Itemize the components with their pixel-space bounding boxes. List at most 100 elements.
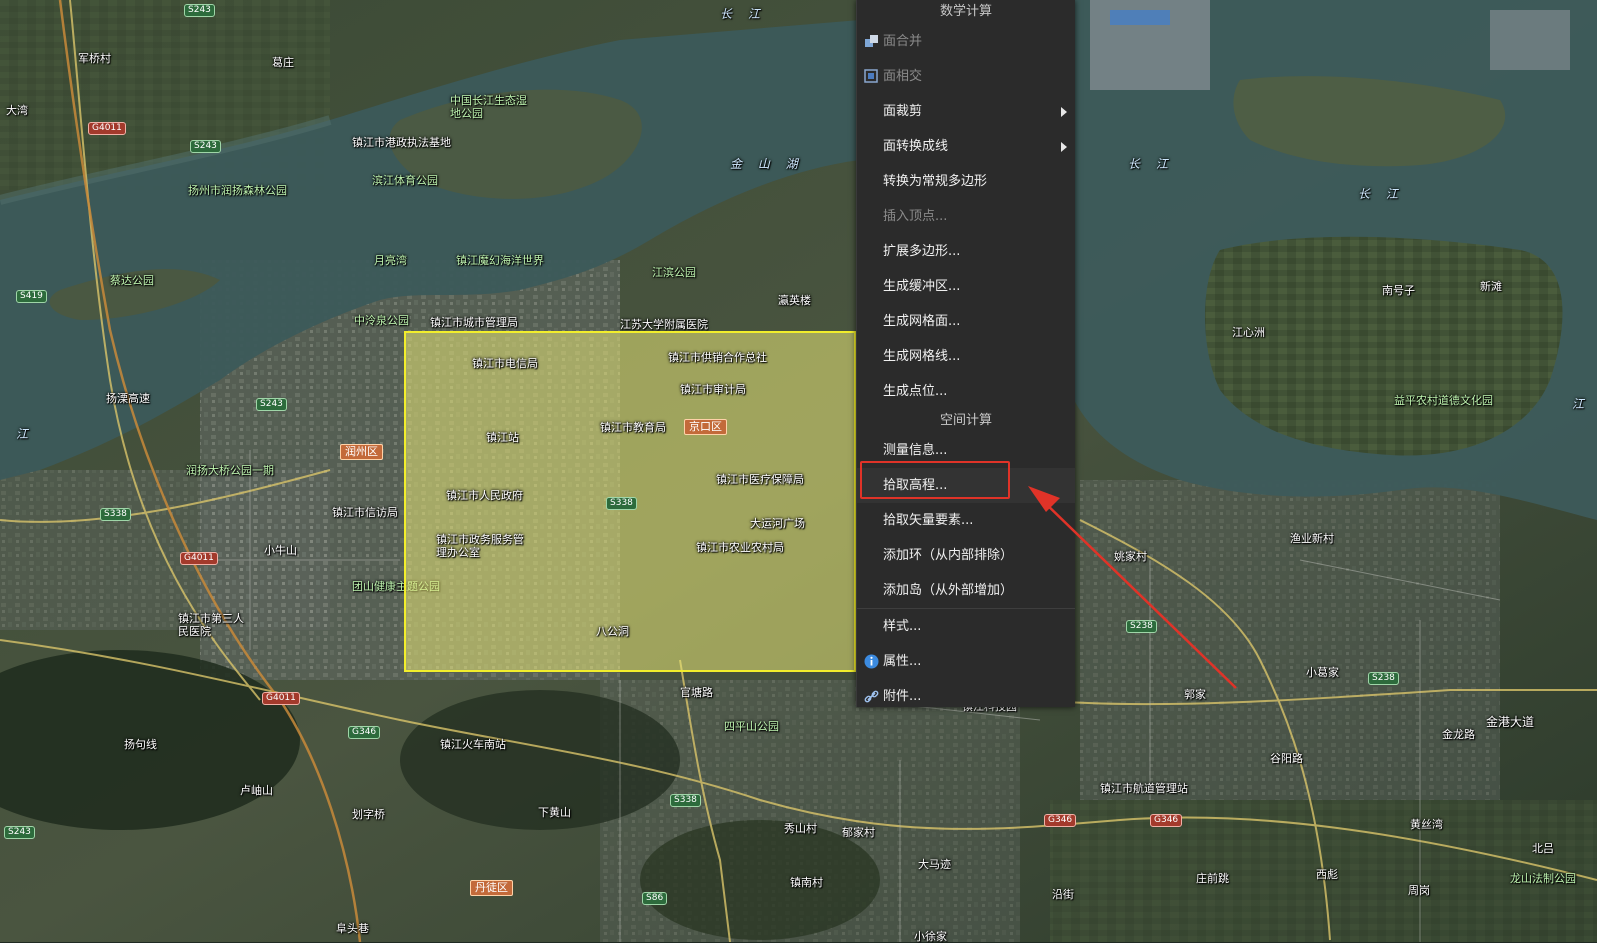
place-label: 镇江市供销合作总社 (668, 351, 767, 364)
submenu-arrow-icon (1061, 107, 1067, 117)
menu-item-add-island[interactable]: 添加岛（从外部增加） (857, 573, 1075, 608)
menu-item-attachment[interactable]: 附件... (857, 679, 1075, 714)
menu-item-merge[interactable]: 面合并 (857, 24, 1075, 59)
submenu-arrow-icon (1061, 142, 1067, 152)
menu-item-buffer[interactable]: 生成缓冲区... (857, 269, 1075, 304)
road-label: 谷阳路 (1270, 752, 1303, 765)
road-shield: S238 (1126, 620, 1157, 633)
place-label: 大运河广场 (750, 517, 805, 530)
menu-section-math: 数学计算 (939, 4, 992, 19)
district-badge: 京口区 (684, 419, 727, 435)
place-label: 镇江市港政执法基地 (352, 136, 451, 149)
place-label: 镇江市政务服务管理办公室 (436, 533, 524, 559)
highlight-box (860, 461, 1010, 499)
place-label: 西彪 (1316, 868, 1338, 881)
road-shield: S419 (16, 290, 47, 303)
road-label: 金港大道 (1486, 715, 1535, 729)
place-label: 卢岫山 (240, 784, 273, 797)
park-label: 龙山法制公园 (1510, 872, 1576, 885)
place-label: 南号子 (1382, 284, 1415, 297)
place-label: 下黄山 (538, 806, 571, 819)
menu-item-to-line[interactable]: 面转换成线 (857, 129, 1075, 164)
station-label: 镇江站 (486, 431, 519, 444)
menu-item-style[interactable]: 样式... (857, 609, 1075, 644)
menu-item-grid-polygon[interactable]: 生成网格面... (857, 304, 1075, 339)
road-shield: S238 (1368, 672, 1399, 685)
place-label: 军桥村 (78, 52, 111, 65)
place-label: 新滩 (1480, 280, 1502, 293)
park-label: 润扬大桥公园一期 (186, 464, 274, 477)
station-label: 镇江火车南站 (440, 738, 506, 751)
place-label: 镇南村 (790, 876, 823, 889)
place-label: 划字桥 (352, 808, 385, 821)
merge-icon (865, 35, 878, 47)
park-label: 镇江魔幻海洋世界 (456, 254, 544, 267)
road-shield: S243 (184, 4, 215, 17)
link-icon (864, 690, 879, 703)
road-shield: G346 (348, 726, 381, 739)
menu-item-intersect[interactable]: 面相交 (857, 59, 1075, 94)
road-shield: S243 (256, 398, 287, 411)
menu-item-properties[interactable]: 属性... (857, 644, 1075, 679)
menu-item-add-ring[interactable]: 添加环（从内部排除） (857, 538, 1075, 573)
place-label: 郁家村 (842, 826, 875, 839)
district-badge: 润州区 (340, 444, 383, 460)
place-label: 秀山村 (784, 822, 817, 835)
place-label: 镇江市农业农村局 (696, 541, 784, 554)
context-menu[interactable]: 数学计算 面合并 面相交 面裁剪 面转换成线 转换为常规多边形 插入顶点... … (856, 0, 1075, 707)
place-label: 镇江市医疗保障局 (716, 473, 804, 486)
road-shield: S338 (606, 497, 637, 510)
river-label: 长 江 (720, 7, 766, 21)
lake-label: 金 山 湖 (730, 157, 804, 171)
road-shield: G4011 (180, 552, 218, 565)
road-shield: G346 (1044, 814, 1077, 827)
road-shield: G4011 (88, 122, 126, 135)
road-label: 扬溧高速 (106, 392, 150, 405)
menu-item-expand[interactable]: 扩展多边形... (857, 234, 1075, 269)
place-label: 小徐家 (914, 930, 947, 943)
place-label: 镇江市电信局 (472, 357, 538, 370)
menu-item-points[interactable]: 生成点位... (857, 374, 1075, 409)
place-label: 沿街 (1052, 888, 1074, 901)
menu-item-grid-line[interactable]: 生成网格线... (857, 339, 1075, 374)
park-label: 中泠泉公园 (354, 314, 409, 327)
road-label: 扬句线 (124, 738, 157, 751)
place-label: 阜头巷 (336, 922, 369, 935)
river-label: 江 (16, 427, 35, 441)
place-label: 镇江市人民政府 (446, 489, 523, 502)
place-label: 郭家 (1184, 688, 1206, 701)
menu-section-spatial: 空间计算 (939, 413, 992, 428)
park-label: 江滨公园 (652, 266, 696, 279)
place-label: 渔业新村 (1290, 532, 1334, 545)
river-label: 江 (1572, 397, 1591, 411)
place-label: 葛庄 (272, 56, 294, 69)
menu-item-insert-vertex[interactable]: 插入顶点... (857, 199, 1075, 234)
river-label: 长 江 (1358, 187, 1404, 201)
road-shield: S86 (642, 892, 668, 905)
park-label: 益平农村道德文化园 (1394, 394, 1493, 407)
hospital-label: 江苏大学附属医院 (620, 318, 708, 331)
selected-polygon[interactable]: 镇江市电信局 镇江市供销合作总社 镇江市审计局 镇江站 镇江市教育局 京口区 镇… (404, 331, 856, 672)
district-badge: 丹徒区 (470, 880, 513, 896)
place-label: 周岗 (1408, 884, 1430, 897)
road-shield: S243 (4, 826, 35, 839)
place-label: 大湾 (6, 104, 28, 117)
road-shield: S338 (670, 794, 701, 807)
road-shield: S338 (100, 508, 131, 521)
river-label: 长 江 (1128, 157, 1174, 171)
place-label: 姚家村 (1114, 550, 1147, 563)
park-label: 月亮湾 (374, 254, 407, 267)
road-shield: S243 (190, 140, 221, 153)
place-label: 江心洲 (1232, 326, 1265, 339)
menu-item-pick-vector[interactable]: 拾取矢量要素... (857, 503, 1075, 538)
place-label: 瀛英楼 (778, 294, 811, 307)
place-label: 小葛家 (1306, 666, 1339, 679)
park-label: 四平山公园 (724, 720, 779, 733)
place-label: 镇江市信访局 (332, 506, 398, 519)
menu-item-to-polygon[interactable]: 转换为常规多边形 (857, 164, 1075, 199)
info-icon (864, 654, 879, 669)
place-label: 北吕 (1532, 842, 1554, 855)
menu-item-clip[interactable]: 面裁剪 (857, 94, 1075, 129)
park-label: 中国长江生态湿地公园 (450, 94, 527, 120)
place-label: 黄丝湾 (1410, 818, 1443, 831)
